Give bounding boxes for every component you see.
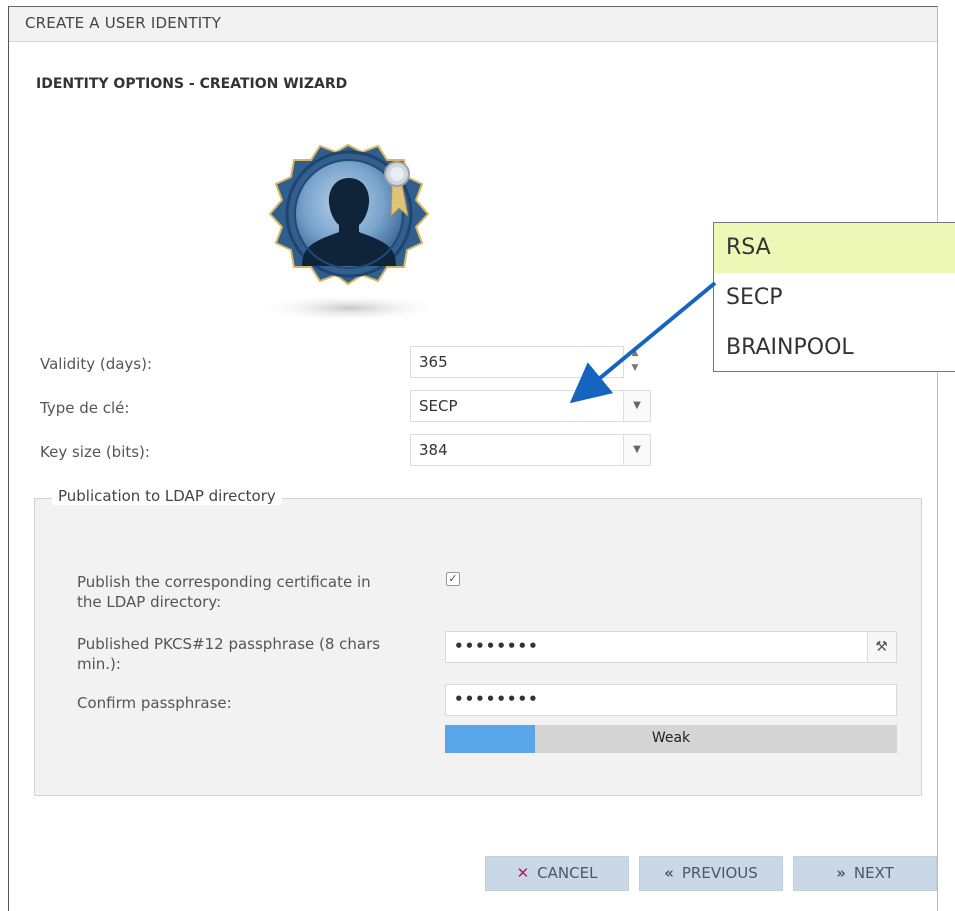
next-button[interactable]: » NEXT — [793, 856, 937, 891]
password-strength-meter: Weak — [445, 725, 897, 753]
close-icon: ✕ — [516, 864, 530, 882]
window-title-bar: CREATE A USER IDENTITY — [9, 7, 937, 42]
chevron-down-icon[interactable]: ▼ — [623, 435, 650, 465]
cancel-label: CANCEL — [537, 864, 598, 882]
publish-label-line-2: the LDAP directory: — [77, 593, 222, 611]
publish-label: Publish the corresponding certificate in… — [77, 572, 371, 612]
wizard-heading: IDENTITY OPTIONS - CREATION WIZARD — [36, 76, 348, 92]
validity-value: 365 — [419, 353, 448, 371]
user-badge-icon — [250, 140, 455, 325]
passphrase-label-line-1: Published PKCS#12 passphrase (8 chars — [77, 635, 381, 653]
next-label: NEXT — [853, 864, 894, 882]
publish-label-line-1: Publish the corresponding certificate in — [77, 573, 371, 591]
key-type-value: SECP — [419, 397, 458, 415]
key-type-label: Type de clé: — [40, 399, 130, 417]
validity-label: Validity (days): — [40, 355, 153, 373]
ldap-legend: Publication to LDAP directory — [52, 487, 282, 505]
key-size-value: 384 — [419, 441, 448, 459]
previous-label: PREVIOUS — [681, 864, 758, 882]
confirm-label: Confirm passphrase: — [77, 694, 232, 712]
stepper-up-icon[interactable]: ▲ — [627, 346, 643, 361]
key-type-select[interactable]: SECP ▼ — [410, 390, 651, 422]
passphrase-value: •••••••• — [454, 637, 539, 655]
key-type-option-secp[interactable]: SECP — [714, 273, 955, 323]
double-chevron-left-icon: « — [664, 864, 674, 882]
cancel-button[interactable]: ✕ CANCEL — [485, 856, 629, 891]
double-chevron-right-icon: » — [836, 864, 846, 882]
key-type-option-brainpool[interactable]: BRAINPOOL — [714, 323, 955, 373]
validity-stepper[interactable]: ▲ ▼ — [627, 346, 643, 376]
confirm-passphrase-field[interactable]: •••••••• — [445, 684, 897, 716]
checkmark-icon: ✓ — [448, 572, 458, 585]
key-size-select[interactable]: 384 ▼ — [410, 434, 651, 466]
passphrase-field[interactable]: •••••••• ⚒ — [445, 631, 897, 663]
key-type-options-callout: RSA SECP BRAINPOOL — [713, 222, 955, 372]
strength-label: Weak — [651, 730, 691, 746]
key-generate-icon[interactable]: ⚒ — [867, 632, 896, 662]
chevron-down-icon[interactable]: ▼ — [623, 391, 650, 421]
window-title: CREATE A USER IDENTITY — [25, 14, 222, 32]
passphrase-label-line-2: min.): — [77, 655, 121, 673]
confirm-passphrase-value: •••••••• — [454, 690, 539, 708]
passphrase-label: Published PKCS#12 passphrase (8 chars mi… — [77, 634, 380, 674]
previous-button[interactable]: « PREVIOUS — [639, 856, 783, 891]
key-type-option-rsa[interactable]: RSA — [714, 223, 955, 273]
key-size-label: Key size (bits): — [40, 443, 150, 461]
stepper-down-icon[interactable]: ▼ — [627, 361, 643, 376]
validity-input[interactable]: 365 — [410, 346, 624, 378]
publish-checkbox[interactable]: ✓ — [446, 572, 460, 586]
